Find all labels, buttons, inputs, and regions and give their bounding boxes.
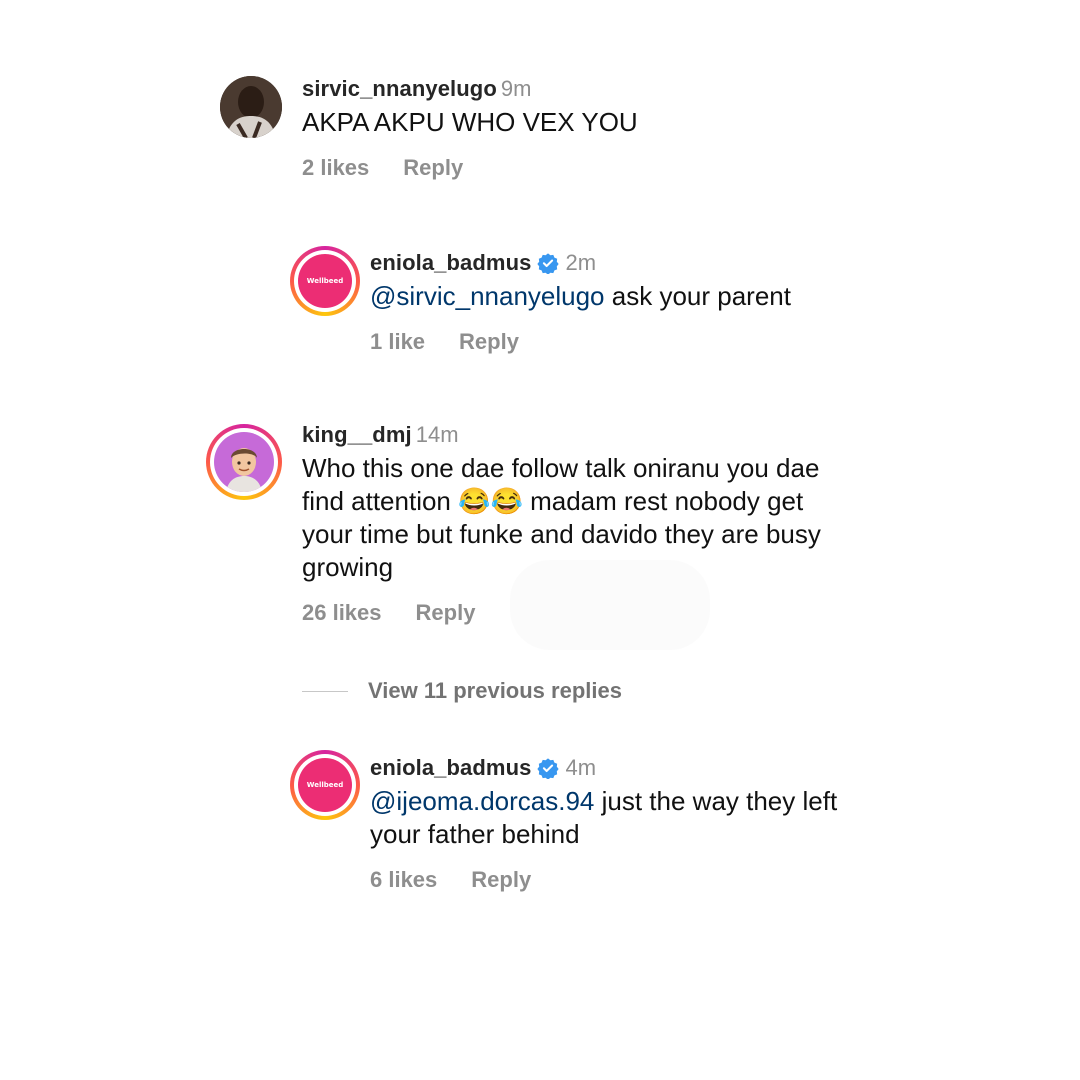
memoji-avatar-icon (226, 448, 262, 492)
mention-link[interactable]: @sirvic_nnanyelugo (370, 281, 605, 311)
avatar[interactable] (220, 76, 282, 138)
comment-text-line: your father behind (370, 819, 580, 849)
timestamp: 9m (500, 76, 532, 101)
comment-text-line: your time but funke and davido they are … (302, 519, 821, 549)
likes-count[interactable]: 1 like (370, 329, 425, 355)
username[interactable]: eniola_badmus (370, 250, 531, 276)
avatar[interactable]: Wellbeed (290, 246, 360, 316)
timestamp: 14m (415, 422, 459, 447)
reply-comment: eniola_badmus 2m @sirvic_nnanyelugo ask … (370, 250, 1030, 355)
avatar-brand-text: Wellbeed (306, 781, 344, 789)
comment-text: just the way they left (594, 786, 838, 816)
timestamp: 4m (565, 755, 597, 780)
comment-text: ask your parent (604, 281, 791, 311)
username[interactable]: king__dmj (302, 422, 412, 448)
username[interactable]: eniola_badmus (370, 755, 531, 781)
view-replies-label: View 11 previous replies (368, 678, 622, 703)
divider (302, 690, 348, 692)
comment: sirvic_nnanyelugo 9m AKPA AKPU WHO VEX Y… (302, 76, 1002, 181)
reply-comment: eniola_badmus 4m @ijeoma.dorcas.94 just … (370, 755, 1030, 893)
comment-text-line: Who this one dae follow talk oniranu you… (302, 453, 820, 483)
view-previous-replies-button[interactable]: View 11 previous replies (302, 678, 622, 704)
blurred-region (510, 560, 710, 650)
likes-count[interactable]: 26 likes (302, 600, 382, 626)
likes-count[interactable]: 2 likes (302, 155, 369, 181)
reply-button[interactable]: Reply (459, 329, 519, 355)
mention-link[interactable]: @ijeoma.dorcas.94 (370, 786, 594, 816)
username[interactable]: sirvic_nnanyelugo (302, 76, 497, 102)
user-photo-avatar-icon (220, 76, 282, 138)
avatar[interactable] (206, 424, 282, 500)
comment-text-line: find attention 😂😂 madam rest nobody get (302, 486, 804, 516)
avatar[interactable]: Wellbeed (290, 750, 360, 820)
reply-button[interactable]: Reply (471, 867, 531, 893)
comment-text: AKPA AKPU WHO VEX YOU (302, 107, 638, 137)
likes-count[interactable]: 6 likes (370, 867, 437, 893)
verified-badge-icon (537, 253, 560, 274)
reply-button[interactable]: Reply (416, 600, 476, 626)
verified-badge-icon (537, 758, 560, 779)
avatar-brand-text: Wellbeed (306, 277, 344, 285)
timestamp: 2m (565, 250, 597, 275)
reply-button[interactable]: Reply (403, 155, 463, 181)
